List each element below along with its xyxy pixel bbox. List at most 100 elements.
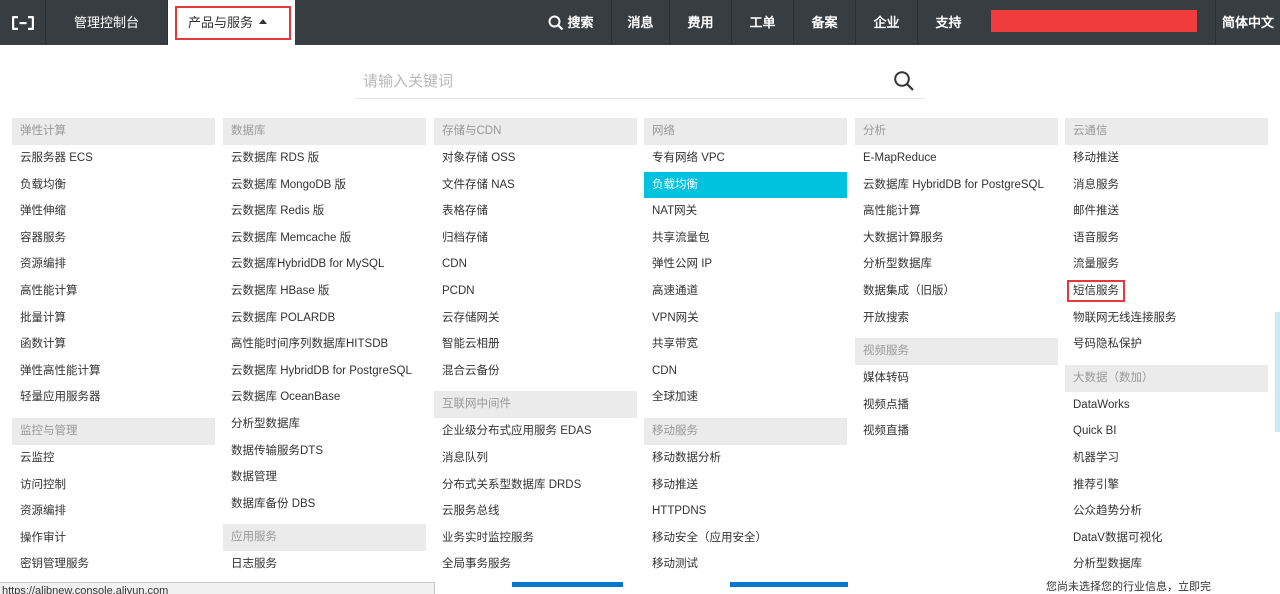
menu-item[interactable]: 表格存储 (434, 198, 637, 225)
menu-item[interactable]: 媒体转码 (855, 365, 1058, 392)
menu-item[interactable]: 云数据库 OceanBase (223, 384, 426, 411)
nav-support[interactable]: 支持 (917, 0, 979, 45)
menu-item[interactable]: 流量服务 (1065, 251, 1268, 278)
menu-item[interactable]: 高性能计算 (855, 198, 1058, 225)
menu-item[interactable]: CDN (434, 251, 637, 278)
menu-item[interactable]: CDN (644, 358, 847, 385)
menu-item[interactable]: 云服务总线 (434, 498, 637, 525)
menu-item[interactable]: 共享流量包 (644, 225, 847, 252)
menu-item[interactable]: 高速通道 (644, 278, 847, 305)
menu-item[interactable]: 全球加速 (644, 384, 847, 411)
menu-item[interactable]: 分析型数据库 (223, 411, 426, 438)
menu-item[interactable]: 高性能时间序列数据库HITSDB (223, 331, 426, 358)
search-button[interactable]: 搜索 (531, 0, 611, 45)
menu-item[interactable]: Quick BI (1065, 418, 1268, 445)
menu-item[interactable]: 企业级分布式应用服务 EDAS (434, 418, 637, 445)
menu-item[interactable]: 云数据库 MongoDB 版 (223, 172, 426, 199)
menu-item[interactable]: 号码隐私保护 (1065, 331, 1268, 358)
menu-item[interactable]: 邮件推送 (1065, 198, 1268, 225)
menu-item[interactable]: 云数据库 Memcache 版 (223, 225, 426, 252)
menu-item[interactable]: 移动推送 (1065, 145, 1268, 172)
menu-item[interactable]: 云数据库 HybridDB for PostgreSQL (223, 358, 426, 385)
aliyun-logo-icon[interactable] (0, 0, 45, 45)
nav-enterprise[interactable]: 企业 (855, 0, 917, 45)
menu-item[interactable]: E-MapReduce (855, 145, 1058, 172)
menu-item[interactable]: 云数据库HybridDB for MySQL (223, 251, 426, 278)
language-switch[interactable]: 简体中文 (1215, 0, 1280, 45)
menu-item[interactable]: NAT网关 (644, 198, 847, 225)
console-link[interactable]: 管理控制台 (45, 0, 168, 45)
menu-item[interactable]: 批量计算 (12, 305, 215, 332)
menu-item[interactable]: 视频点播 (855, 392, 1058, 419)
nav-icp-filing[interactable]: 备案 (793, 0, 855, 45)
menu-item[interactable]: 对象存储 OSS (434, 145, 637, 172)
menu-item[interactable]: 短信服务 (1065, 278, 1268, 305)
menu-item[interactable]: 移动数据分析 (644, 445, 847, 472)
menu-item[interactable]: 物联网无线连接服务 (1065, 305, 1268, 332)
menu-item[interactable]: 数据集成（旧版） (855, 278, 1058, 305)
scrollbar-accent[interactable] (1275, 312, 1280, 432)
products-services-tab[interactable]: 产品与服务 (168, 0, 295, 45)
menu-item[interactable]: 专有网络 VPC (644, 145, 847, 172)
menu-item[interactable]: 访问控制 (12, 472, 215, 499)
menu-item[interactable]: 推荐引擎 (1065, 472, 1268, 499)
menu-item[interactable]: 弹性公网 IP (644, 251, 847, 278)
menu-item[interactable]: 资源编排 (12, 251, 215, 278)
menu-item[interactable]: 机器学习 (1065, 445, 1268, 472)
menu-item[interactable]: 移动测试 (644, 551, 847, 578)
menu-item[interactable]: DataV数据可视化 (1065, 525, 1268, 552)
menu-item[interactable]: VPN网关 (644, 305, 847, 332)
menu-item[interactable]: 开放搜索 (855, 305, 1058, 332)
menu-item[interactable]: 移动推送 (644, 472, 847, 499)
menu-item[interactable]: 云监控 (12, 445, 215, 472)
menu-item[interactable]: 数据库备份 DBS (223, 491, 426, 518)
menu-item[interactable]: 云服务器 ECS (12, 145, 215, 172)
menu-item[interactable]: 数据传输服务DTS (223, 438, 426, 465)
menu-item[interactable]: 共享带宽 (644, 331, 847, 358)
product-search-icon[interactable] (893, 70, 915, 92)
menu-item[interactable]: 资源编排 (12, 498, 215, 525)
menu-item[interactable]: 视频直播 (855, 418, 1058, 445)
menu-item[interactable]: 公众趋势分析 (1065, 498, 1268, 525)
product-search-input[interactable] (355, 64, 875, 98)
menu-item[interactable]: 消息队列 (434, 445, 637, 472)
menu-item[interactable]: 分析型数据库 (855, 251, 1058, 278)
menu-item[interactable]: 移动安全（应用安全） (644, 525, 847, 552)
menu-item[interactable]: 函数计算 (12, 331, 215, 358)
menu-item[interactable]: 数据管理 (223, 464, 426, 491)
menu-item[interactable]: 云数据库 HybridDB for PostgreSQL (855, 172, 1058, 199)
menu-item[interactable]: 智能云相册 (434, 331, 637, 358)
menu-item[interactable]: 分析型数据库 (1065, 551, 1268, 578)
menu-item[interactable]: 操作审计 (12, 525, 215, 552)
menu-item[interactable]: 混合云备份 (434, 358, 637, 385)
menu-item[interactable]: 日志服务 (223, 551, 426, 578)
menu-item[interactable]: 归档存储 (434, 225, 637, 252)
menu-item[interactable]: HTTPDNS (644, 498, 847, 525)
nav-billing[interactable]: 费用 (669, 0, 731, 45)
menu-item[interactable]: 云数据库 Redis 版 (223, 198, 426, 225)
menu-item[interactable]: 文件存储 NAS (434, 172, 637, 199)
redacted-account-bar[interactable] (991, 10, 1197, 32)
menu-item[interactable]: 全局事务服务 (434, 551, 637, 578)
menu-item[interactable]: 容器服务 (12, 225, 215, 252)
menu-item[interactable]: 语音服务 (1065, 225, 1268, 252)
menu-item[interactable]: 分布式关系型数据库 DRDS (434, 472, 637, 499)
menu-item[interactable]: 云数据库 HBase 版 (223, 278, 426, 305)
menu-item[interactable]: 密钥管理服务 (12, 551, 215, 578)
menu-item[interactable]: 消息服务 (1065, 172, 1268, 199)
menu-item[interactable]: 负载均衡 (644, 171, 847, 199)
menu-item[interactable]: 云数据库 POLARDB (223, 305, 426, 332)
menu-item[interactable]: 高性能计算 (12, 278, 215, 305)
menu-item[interactable]: 云存储网关 (434, 305, 637, 332)
menu-item[interactable]: DataWorks (1065, 392, 1268, 419)
menu-item[interactable]: 负载均衡 (12, 172, 215, 199)
menu-item[interactable]: 弹性高性能计算 (12, 358, 215, 385)
menu-item[interactable]: PCDN (434, 278, 637, 305)
menu-item[interactable]: 云数据库 RDS 版 (223, 145, 426, 172)
nav-messages[interactable]: 消息 (611, 0, 669, 45)
menu-item[interactable]: 弹性伸缩 (12, 198, 215, 225)
menu-item[interactable]: 业务实时监控服务 (434, 525, 637, 552)
nav-tickets[interactable]: 工单 (731, 0, 793, 45)
menu-item[interactable]: 大数据计算服务 (855, 225, 1058, 252)
menu-item[interactable]: 轻量应用服务器 (12, 384, 215, 411)
